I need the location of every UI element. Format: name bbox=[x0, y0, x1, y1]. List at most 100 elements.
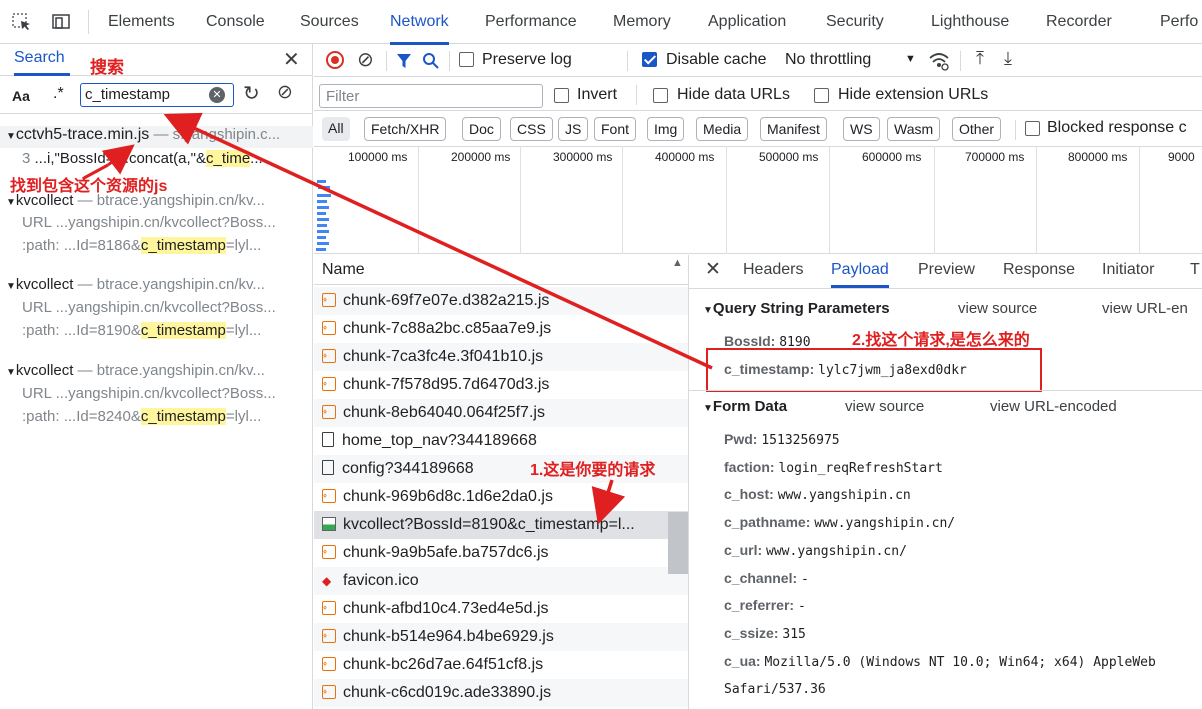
network-conditions-icon[interactable] bbox=[928, 51, 950, 71]
filter-type-wasm[interactable]: Wasm bbox=[887, 117, 941, 141]
sort-arrow-icon[interactable]: ▲ bbox=[672, 257, 683, 269]
request-row[interactable]: chunk-c6cd019c.ade33890.js bbox=[314, 679, 688, 707]
hide-data-urls-checkbox[interactable] bbox=[653, 88, 668, 105]
request-row[interactable]: chunk-9a9b5afe.ba757dc6.js bbox=[314, 539, 688, 567]
hide-extension-urls-checkbox[interactable] bbox=[814, 88, 829, 105]
tab-network[interactable]: Network bbox=[390, 0, 449, 45]
search-result-line[interactable]: :path: ...Id=8186&c_timestamp=lyl... bbox=[0, 237, 313, 254]
tab-payload[interactable]: Payload bbox=[831, 252, 889, 288]
match-case-button[interactable]: Aa bbox=[12, 88, 30, 104]
search-result-line[interactable]: URL ...yangshipin.cn/kvcollect?Boss... bbox=[0, 385, 313, 402]
import-har-icon[interactable]: ⤒ bbox=[976, 48, 984, 69]
clear-log-icon[interactable]: ⊘ bbox=[357, 47, 374, 72]
tab-headers[interactable]: Headers bbox=[743, 252, 803, 288]
throttling-select[interactable]: No throttling bbox=[785, 51, 871, 69]
regex-button[interactable]: .* bbox=[53, 85, 64, 103]
request-list-header[interactable]: Name ▲ bbox=[314, 255, 688, 285]
close-search-icon[interactable]: ✕ bbox=[283, 47, 300, 72]
tab-sources[interactable]: Sources bbox=[300, 0, 359, 44]
tab-application[interactable]: Application bbox=[708, 0, 786, 44]
request-list-scrollbar[interactable] bbox=[668, 512, 688, 574]
query-string-section[interactable]: ▼Query String Parameters bbox=[703, 300, 890, 317]
filter-input[interactable]: Filter bbox=[319, 84, 543, 108]
request-row[interactable]: chunk-7ca3fc4e.3f041b10.js bbox=[314, 343, 688, 371]
tab-performance-insights[interactable]: Perfo bbox=[1160, 0, 1198, 44]
request-name: chunk-7f578d95.7d6470d3.js bbox=[343, 376, 550, 393]
request-row[interactable]: ◆ favicon.ico bbox=[314, 567, 688, 595]
filter-type-doc[interactable]: Doc bbox=[462, 117, 501, 141]
filter-row: Filter Invert Hide data URLs Hide extens… bbox=[314, 78, 1202, 111]
device-toolbar-icon[interactable] bbox=[52, 13, 72, 31]
request-row[interactable]: chunk-bc26d7ae.64f51cf8.js bbox=[314, 651, 688, 679]
tab-performance[interactable]: Performance bbox=[485, 0, 577, 44]
search-result-line[interactable]: :path: ...Id=8190&c_timestamp=lyl... bbox=[0, 322, 313, 339]
filter-type-css[interactable]: CSS bbox=[510, 117, 553, 141]
filter-type-all[interactable]: All bbox=[322, 117, 350, 141]
tab-console[interactable]: Console bbox=[206, 0, 265, 44]
search-result-file[interactable]: ▼kvcollect — btrace.yangshipin.cn/kv... bbox=[0, 362, 313, 379]
request-row[interactable]: chunk-8eb64040.064f25f7.js bbox=[314, 399, 688, 427]
tab-timing[interactable]: T bbox=[1190, 252, 1200, 288]
tab-security[interactable]: Security bbox=[826, 0, 884, 44]
disable-cache-checkbox[interactable] bbox=[642, 52, 657, 69]
annotation-search: 搜索 bbox=[90, 58, 124, 77]
record-icon[interactable] bbox=[326, 51, 344, 69]
tab-response[interactable]: Response bbox=[1003, 252, 1075, 288]
clear-icon[interactable]: ⊘ bbox=[277, 81, 293, 104]
search-result-line[interactable]: 3 ...i,"BossId=").concat(a,"&c_time... bbox=[0, 150, 313, 167]
refresh-icon[interactable]: ↻ bbox=[243, 81, 260, 106]
request-name: chunk-c6cd019c.ade33890.js bbox=[343, 684, 552, 701]
tab-lighthouse[interactable]: Lighthouse bbox=[931, 0, 1009, 44]
form-data-section[interactable]: ▼Form Data bbox=[703, 398, 787, 415]
tab-elements[interactable]: Elements bbox=[108, 0, 175, 44]
tab-memory[interactable]: Memory bbox=[613, 0, 671, 44]
export-har-icon[interactable]: ⤓ bbox=[1004, 48, 1012, 69]
filter-type-js[interactable]: JS bbox=[558, 117, 589, 141]
qs-view-url-encoded-link[interactable]: view URL-en bbox=[1102, 300, 1188, 317]
close-details-icon[interactable]: ✕ bbox=[705, 258, 721, 281]
filter-icon[interactable] bbox=[396, 53, 412, 69]
request-row[interactable]: chunk-b514e964.b4be6929.js bbox=[314, 623, 688, 651]
search-result-file[interactable]: ▼kvcollect — btrace.yangshipin.cn/kv... bbox=[0, 276, 313, 293]
request-row[interactable]: chunk-7f578d95.7d6470d3.js bbox=[314, 371, 688, 399]
search-result-file[interactable]: ▼kvcollect — btrace.yangshipin.cn/kv... bbox=[0, 192, 313, 209]
inspect-element-icon[interactable] bbox=[12, 13, 32, 31]
request-name: chunk-7c88a2bc.c85aa7e9.js bbox=[343, 320, 552, 337]
preserve-log-checkbox[interactable] bbox=[459, 52, 474, 69]
request-row[interactable]: chunk-969b6d8c.1d6e2da0.js bbox=[314, 483, 688, 511]
request-row[interactable]: chunk-afbd10c4.73ed4e5d.js bbox=[314, 595, 688, 623]
search-result-line[interactable]: URL ...yangshipin.cn/kvcollect?Boss... bbox=[0, 299, 313, 316]
column-name: Name bbox=[322, 261, 365, 278]
search-result-file[interactable]: ▼cctvh5-trace.min.js — s.yangshipin.c... bbox=[0, 126, 313, 148]
filter-type-media[interactable]: Media bbox=[696, 117, 749, 141]
clear-search-icon[interactable]: ✕ bbox=[209, 87, 225, 103]
request-row[interactable]: chunk-69f7e07e.d382a215.js bbox=[314, 287, 688, 315]
search-input[interactable]: c_timestamp ✕ bbox=[80, 83, 234, 107]
invert-checkbox[interactable] bbox=[554, 88, 569, 105]
filter-type-manifest[interactable]: Manifest bbox=[760, 117, 827, 141]
search-result-line[interactable]: URL ...yangshipin.cn/kvcollect?Boss... bbox=[0, 214, 313, 231]
qs-view-source-link[interactable]: view source bbox=[958, 300, 1037, 317]
filter-type-ws[interactable]: WS bbox=[843, 117, 880, 141]
search-icon[interactable] bbox=[422, 52, 440, 70]
form-view-url-encoded-link[interactable]: view URL-encoded bbox=[990, 398, 1117, 415]
tab-initiator[interactable]: Initiator bbox=[1102, 252, 1154, 288]
request-row[interactable]: home_top_nav?344189668 bbox=[314, 427, 688, 455]
tab-preview[interactable]: Preview bbox=[918, 252, 975, 288]
blocked-response-checkbox[interactable] bbox=[1025, 121, 1040, 138]
timeline-tick: 400000 ms bbox=[655, 150, 715, 164]
filter-type-img[interactable]: Img bbox=[647, 117, 685, 141]
filter-type-fetch-xhr[interactable]: Fetch/XHR bbox=[364, 117, 447, 141]
chevron-down-icon[interactable]: ▼ bbox=[905, 53, 916, 65]
script-file-icon bbox=[322, 371, 336, 397]
filter-type-other[interactable]: Other bbox=[952, 117, 1002, 141]
filter-type-font[interactable]: Font bbox=[594, 117, 637, 141]
form-param-row: c_ssize: 315 bbox=[724, 625, 806, 642]
hide-data-urls-label: Hide data URLs bbox=[677, 86, 790, 103]
tab-recorder[interactable]: Recorder bbox=[1046, 0, 1112, 44]
request-row[interactable]: chunk-7c88a2bc.c85aa7e9.js bbox=[314, 315, 688, 343]
form-param-row: c_channel: - bbox=[724, 570, 809, 587]
request-row[interactable]: kvcollect?BossId=8190&c_timestamp=l... bbox=[314, 511, 688, 539]
search-result-line[interactable]: :path: ...Id=8240&c_timestamp=lyl... bbox=[0, 408, 313, 425]
form-view-source-link[interactable]: view source bbox=[845, 398, 924, 415]
